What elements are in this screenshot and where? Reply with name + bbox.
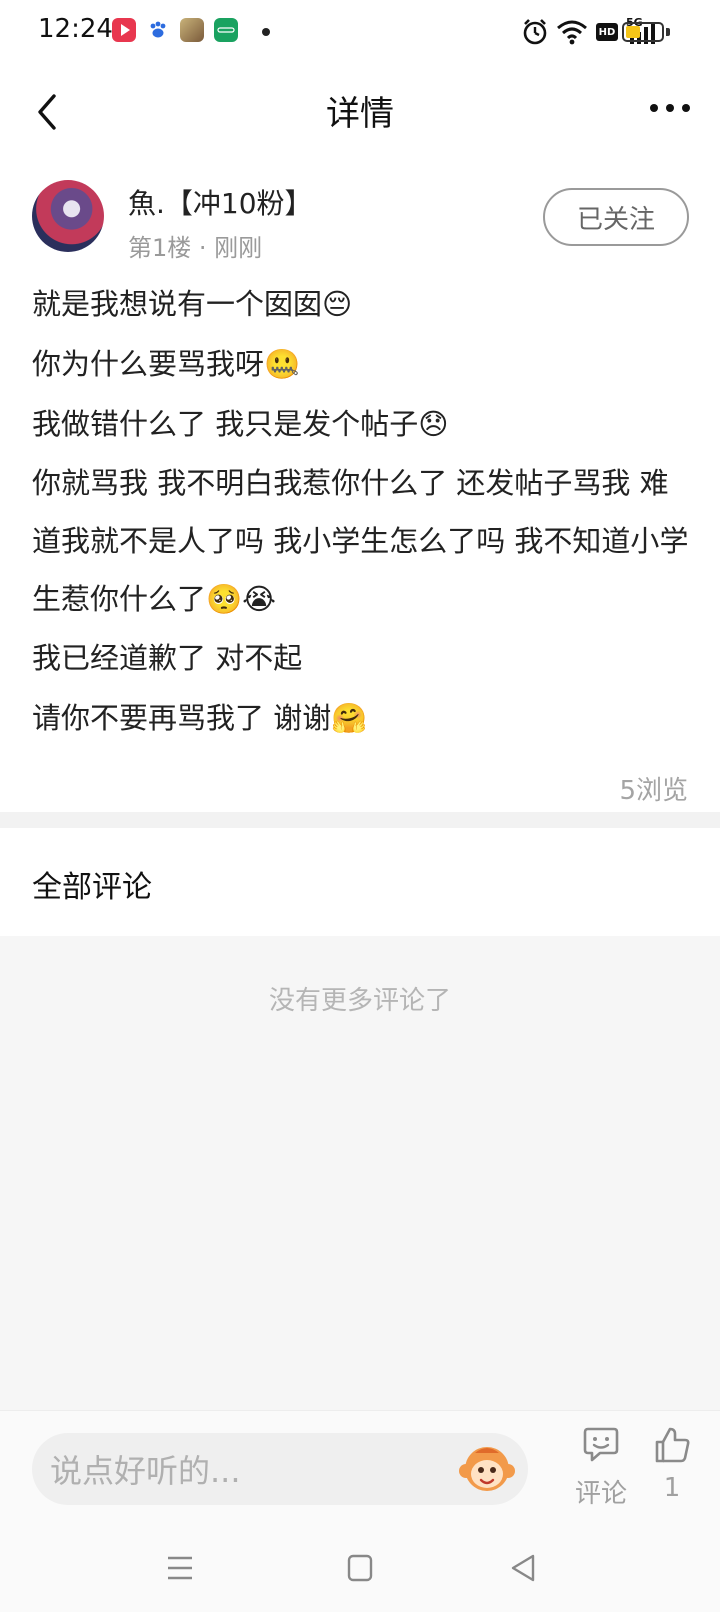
notification-dot bbox=[262, 28, 270, 36]
comment-action-label: 评论 bbox=[574, 1479, 627, 1509]
like-action[interactable]: 1 bbox=[650, 1425, 694, 1521]
alarm-icon bbox=[523, 19, 547, 45]
menu-icon[interactable] bbox=[156, 1548, 204, 1588]
battery-fill bbox=[626, 26, 640, 38]
post-line: 就是我想说有一个囡囡😔 bbox=[32, 287, 353, 321]
thumbs-up-icon bbox=[655, 1427, 690, 1463]
author-name[interactable]: 魚.【冲10粉】 bbox=[128, 182, 313, 222]
comments-title: 全部评论 bbox=[32, 870, 152, 905]
post-line: 请你不要再骂我了 谢谢🤗 bbox=[32, 701, 368, 735]
view-count: 5浏览 bbox=[619, 776, 688, 806]
comment-action[interactable]: 评论 bbox=[570, 1425, 632, 1521]
header: 详情 bbox=[0, 64, 720, 160]
post-content: 就是我想说有一个囡囡😔 你为什么要骂我呀🤐 我做错什么了 我只是发个帖子😞 你就… bbox=[32, 274, 692, 748]
home-icon[interactable] bbox=[336, 1548, 384, 1588]
comment-input[interactable]: 说点好听的... bbox=[32, 1433, 528, 1505]
system-nav-bar bbox=[0, 1528, 720, 1612]
back-nav-icon[interactable] bbox=[500, 1548, 548, 1588]
comments-list: 没有更多评论了 bbox=[0, 936, 720, 1410]
follow-button[interactable]: 已关注 bbox=[543, 188, 689, 246]
video-app-icon bbox=[112, 18, 136, 42]
post-line: 我已经道歉了 对不起 bbox=[32, 641, 303, 675]
section-divider bbox=[0, 812, 720, 828]
battery-icon bbox=[622, 22, 664, 42]
battery-tip bbox=[666, 28, 670, 36]
game-app-icon bbox=[180, 18, 204, 42]
status-time: 12:24 bbox=[38, 14, 113, 44]
hd-badge: HD bbox=[596, 23, 618, 41]
post-line: 你就骂我 我不明白我惹你什么了 还发帖子骂我 难道我就不是人了吗 我小学生怎么了… bbox=[32, 466, 689, 616]
comment-input-placeholder: 说点好听的... bbox=[50, 1452, 241, 1490]
post-meta: 第1楼 · 刚刚 bbox=[128, 234, 263, 262]
wifi-icon bbox=[557, 20, 587, 45]
post-line: 我做错什么了 我只是发个帖子😞 bbox=[32, 407, 449, 441]
comment-bar: 说点好听的... 评论 1 bbox=[0, 1410, 720, 1528]
like-count: 1 bbox=[663, 1473, 681, 1503]
oppo-app-icon bbox=[214, 18, 238, 42]
no-more-comments: 没有更多评论了 bbox=[268, 986, 451, 1016]
page-title: 详情 bbox=[326, 94, 394, 134]
status-bar: 12:24 HD 5G bbox=[0, 0, 720, 64]
post-line: 你为什么要骂我呀🤐 bbox=[32, 347, 301, 381]
baidu-app-icon bbox=[146, 18, 170, 42]
more-options-icon[interactable] bbox=[648, 102, 692, 114]
comment-icon bbox=[583, 1427, 619, 1462]
avatar[interactable] bbox=[32, 180, 104, 252]
monkey-mascot-icon[interactable] bbox=[458, 1441, 516, 1497]
